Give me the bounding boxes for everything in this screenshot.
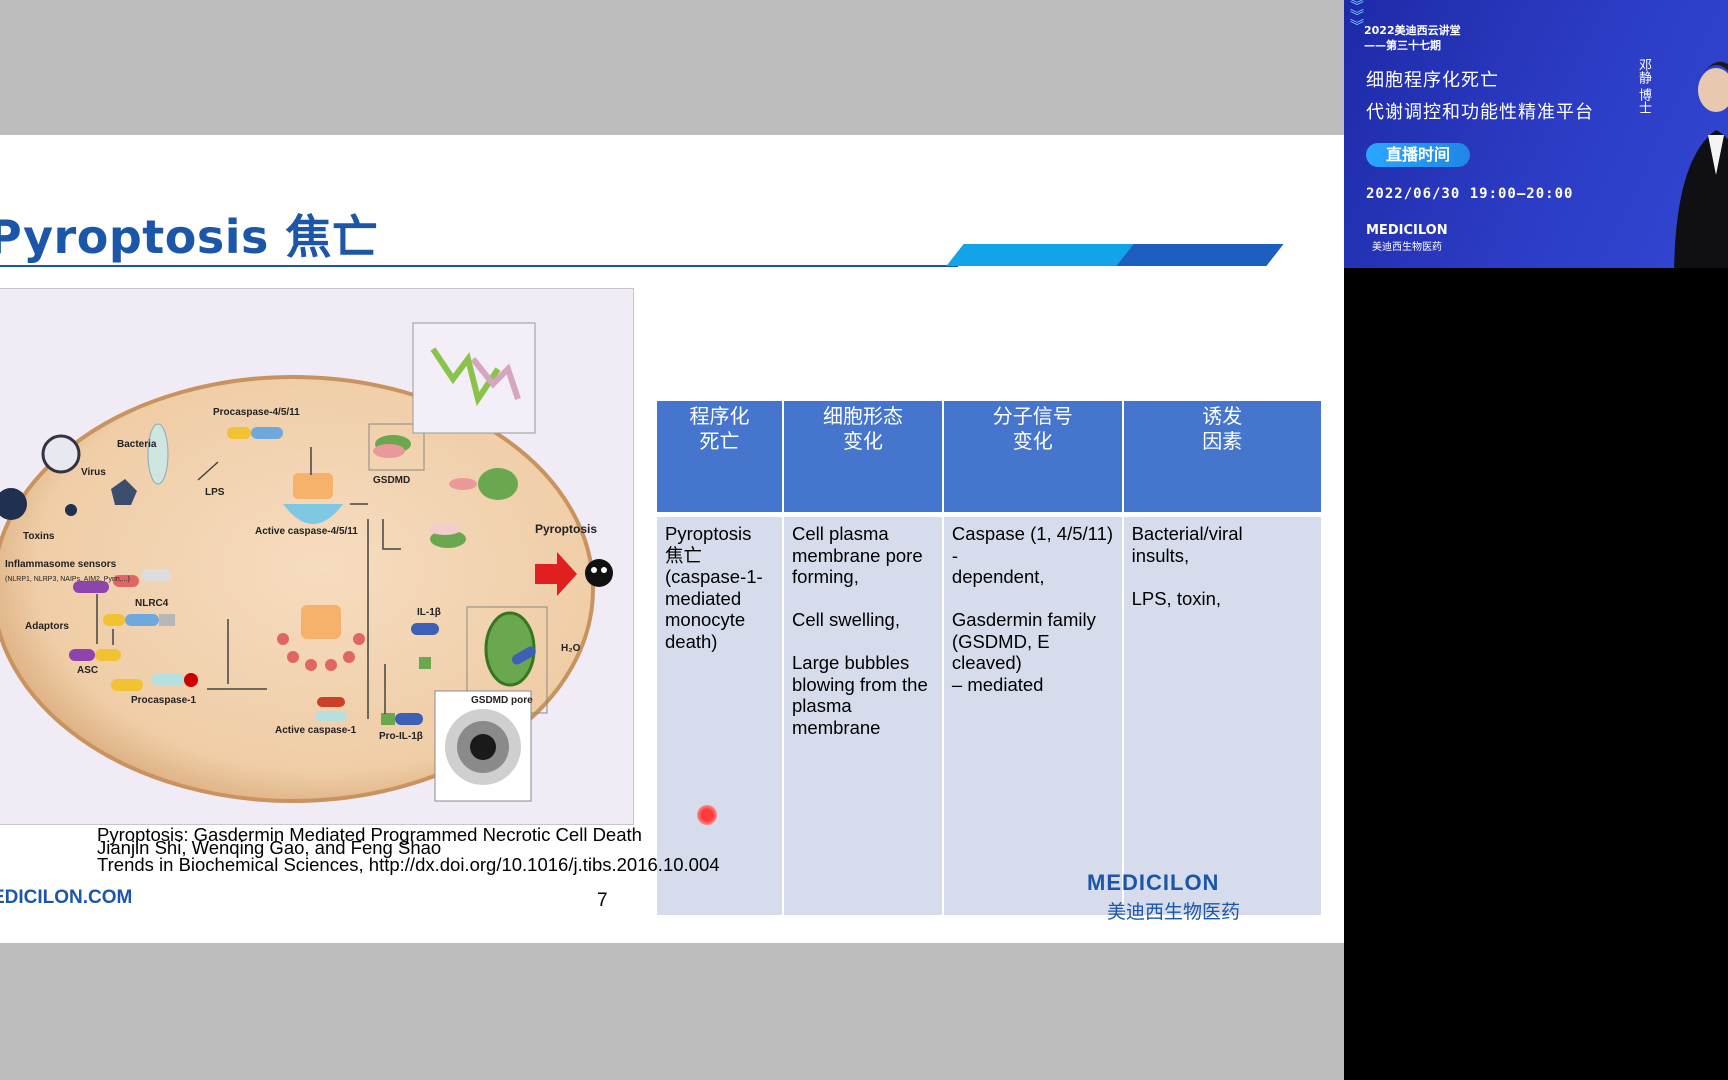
table-row: Pyroptosis 焦亡 (caspase-1- mediated monoc…: [657, 517, 1321, 915]
video-topic-line1: 细胞程序化死亡: [1366, 70, 1499, 91]
footer-website: EDICILON.COM: [0, 887, 133, 908]
chevron-decoration-icon: ︾ ︾ ︾: [1350, 0, 1364, 35]
cell-death-table: 程序化 死亡 细胞形态 变化 分子信号 变化 诱发 因素 Pyroptosis …: [655, 399, 1323, 917]
label-active-caspase-4511: Active caspase-4/5/11: [255, 526, 358, 537]
label-nlrc4: NLRC4: [135, 598, 169, 609]
label-gsdmd: GSDMD: [373, 475, 410, 486]
speaker-name: 邓静 博士: [1636, 58, 1651, 115]
slide-page-number: 7: [597, 890, 608, 911]
video-event-name: 2022美迪西云讲堂: [1364, 24, 1461, 37]
title-underline: [0, 265, 958, 267]
label-active-caspase-1: Active caspase-1: [275, 725, 357, 736]
presentation-slide: Pyroptosis 焦亡 Procaspase-4/5/11 Bacteria…: [0, 135, 1344, 943]
label-toxins: Toxins: [23, 531, 55, 542]
header-molecular-signal: 分子信号 变化: [943, 401, 1122, 515]
label-gsdmd-pore: GSDMD pore: [471, 695, 533, 706]
cell-trigger: Bacterial/viral insults, LPS, toxin,: [1123, 517, 1321, 915]
citation-journal: Trends in Biochemical Sciences, http://d…: [97, 854, 720, 875]
video-episode: ——第三十七期: [1364, 39, 1441, 52]
live-time: 2022/06/30 19:00—20:00: [1366, 186, 1574, 202]
label-pyroptosis: Pyroptosis: [535, 522, 597, 536]
video-brand-cn: 美迪西生物医药: [1372, 242, 1442, 253]
medicilon-logo-text: MEDICILON: [1087, 870, 1220, 895]
label-procaspase-1: Procaspase-1: [131, 695, 196, 706]
virus-shape: [41, 434, 81, 474]
title-accent-stripe-cyan: [946, 244, 1139, 266]
pyroptosis-pathway-figure: Procaspase-4/5/11 Bacteria Virus LPS GSD…: [0, 288, 634, 825]
bacteria-shape: [147, 423, 169, 485]
webinar-video-panel[interactable]: ︾ ︾ ︾ 2022美迪西云讲堂 ——第三十七期 细胞程序化死亡 代谢调控和功能性精…: [1344, 0, 1728, 268]
cell-morphology: Cell plasma membrane pore forming, Cell …: [784, 517, 942, 915]
slide-title: Pyroptosis 焦亡: [0, 210, 379, 264]
header-trigger: 诱发 因素: [1123, 401, 1321, 515]
label-adaptors: Adaptors: [25, 621, 69, 632]
laser-pointer-dot: [697, 805, 717, 825]
video-brand-en: MEDICILON: [1366, 223, 1448, 238]
presenter-silhouette: [1674, 61, 1728, 268]
label-il1b: IL-1β: [417, 607, 441, 618]
label-lps: LPS: [205, 487, 225, 498]
video-panel-blank: [1344, 268, 1728, 1080]
cell-molecular-signal: Caspase (1, 4/5/11) - dependent, Gasderm…: [943, 517, 1122, 915]
pyroptotic-cell-icon: [585, 559, 613, 587]
label-inflammasome-sensors: Inflammasome sensors: [5, 559, 117, 570]
live-time-badge: 直播时间: [1366, 143, 1470, 167]
label-h2o: H₂O: [561, 643, 581, 654]
label-asc: ASC: [77, 665, 98, 676]
label-pro-il1b: Pro-IL-1β: [379, 731, 423, 742]
table-header-row: 程序化 死亡 细胞形态 变化 分子信号 变化 诱发 因素: [657, 401, 1321, 515]
header-morphology: 细胞形态 变化: [784, 401, 942, 515]
pathway-diagram: Procaspase-4/5/11 Bacteria Virus LPS GSD…: [0, 322, 613, 803]
label-bacteria: Bacteria: [117, 439, 157, 450]
video-topic-line2: 代谢调控和功能性精准平台: [1366, 102, 1594, 123]
label-procaspase-4511: Procaspase-4/5/11: [213, 407, 300, 418]
header-program-death: 程序化 死亡: [657, 401, 783, 515]
label-sensor-list: (NLRP1, NLRP3, NAIPs, AIM2, Pyrin,...): [5, 576, 130, 583]
medicilon-logo-chinese: 美迪西生物医药: [1107, 901, 1241, 923]
label-virus: Virus: [81, 467, 106, 478]
title-accent-stripe-blue: [1116, 244, 1284, 266]
